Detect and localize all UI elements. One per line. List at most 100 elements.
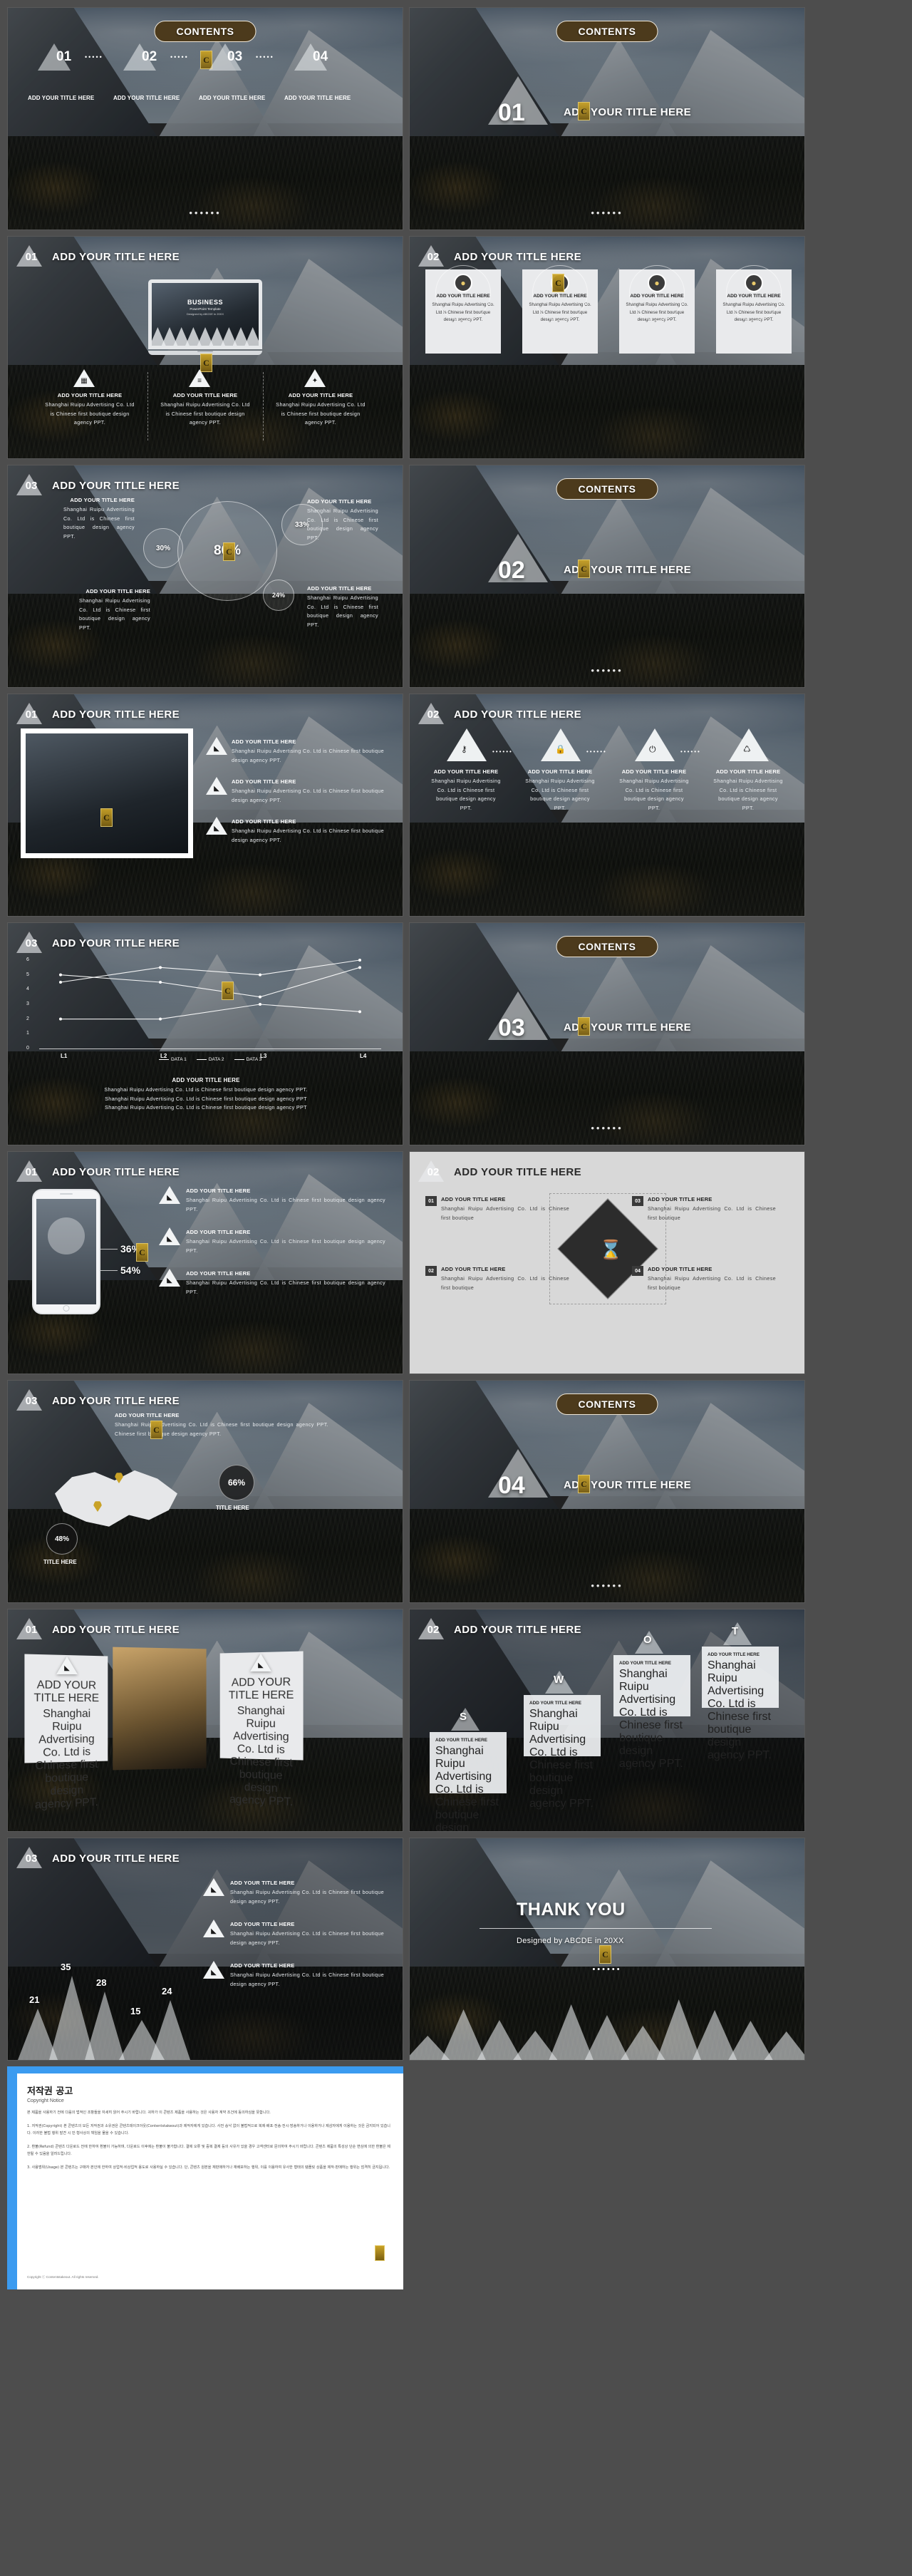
copyright-content: 저작권 공고 Copyright Notice 본 제품을 사용하기 전에 다음의 … [27,2083,390,2281]
contents-node[interactable]: 01 [38,43,71,71]
stat-value: 54% [120,1264,141,1276]
bubble-secondary: 24% [263,579,294,611]
contents-dots: ••••• [170,53,189,61]
column-divider [147,372,148,441]
slide-contents-overview[interactable]: CONTENTS 01 ADD YOUR TITLE HERE ••••• 02 ADD … [7,7,403,230]
slide-diamond-four-quadrant[interactable]: 02 ADD YOUR TITLE HERE ⌛ 01 ADD YOUR TITLE H… [409,1151,805,1374]
icon-flame-icon: ◣ [206,737,227,755]
slide-section-divider-02[interactable]: CONTENTS 02 ADD YOUR TITLE HERE C •••••• [409,465,805,688]
icon-flame-icon: ◣ [206,817,227,835]
image-frame[interactable] [21,728,193,858]
row-body: Shanghai Ruipu Advertising Co. Ltd is Ch… [232,748,384,763]
contents-number: 04 [313,49,328,64]
contents-node[interactable]: 03 [209,43,242,71]
photo-panel[interactable] [113,1647,207,1771]
slide-phone-stats[interactable]: 01 ADD YOUR TITLE HERE 36% 54% ◣ ADD YOUR TIT… [7,1151,403,1374]
copyright-title-ko: 저작권 공고 [27,2086,73,2097]
slide-number: 02 [421,1619,445,1639]
block-body: Shanghai Ruipu Advertising Co. Ltd is Ch… [230,1972,384,1987]
slide-title: ADD YOUR TITLE HERE [52,1394,180,1407]
row-title: ADD YOUR TITLE HERE [232,778,296,785]
swot-body: Shanghai Ruipu Advertising Co. Ltd is Ch… [435,1745,499,1832]
slide-map-slide[interactable]: 03 ADD YOUR TITLE HERE ADD YOUR TITLE HERE… [7,1380,403,1603]
item-title: ADD YOUR TITLE HERE [433,768,499,775]
icon-flame-icon: ◣ [56,1657,78,1674]
brand-logo: C [578,1475,590,1493]
item-body: Shanghai Ruipu Advertising Co. Ltd is Ch… [619,778,689,811]
contents-node[interactable]: 02 [123,43,157,71]
copyright-intro: 본 제품을 사용하기 전에 다음의 법적인 조항들을 자세히 읽어 주시기 바랍… [27,2111,271,2115]
swot-card[interactable]: ADD YOUR TITLE HERE Shanghai Ruipu Advert… [613,1655,690,1770]
block-body: Shanghai Ruipu Advertising Co. Ltd is Ch… [186,1279,385,1295]
stat-connector [100,1270,118,1271]
bubble-block-title: ADD YOUR TITLE HERE [307,498,372,505]
icon-flame-icon: ◣ [250,1654,271,1671]
bubble-block-body: Shanghai Ruipu Advertising Co. Ltd is Ch… [307,594,378,628]
slide-bubble-percentages[interactable]: 03ADD YOUR TITLE HERE80%30%33%24%ADD YOU… [7,465,403,688]
slide-two-photo-panels[interactable]: 01 ADD YOUR TITLE HERE ADD YOUR TITLE HERE… [7,1609,403,1832]
item-body: Shanghai Ruipu Advertising Co. Ltd is Ch… [431,778,501,811]
slide-mountain-bar-chart[interactable]: 03 ADD YOUR TITLE HERE 21 35 28 15 24 ◣ ADD YOUR… [7,1838,403,2061]
icon-flame-icon: ◣ [159,1227,180,1245]
slide-line-chart-slide[interactable]: 03 ADD YOUR TITLE HERE 6 5 4 3 2 1 0 L1 L2 L3 L4 DATA… [7,922,403,1145]
slide-title: ADD YOUR TITLE HERE [454,250,582,263]
icon-key-icon: ⚷ [461,744,467,754]
slide-header: 03 ADD YOUR TITLE HERE [19,1848,180,1868]
slide-four-icon-timeline[interactable]: 02 ADD YOUR TITLE HERE ⚷ •••••• ADD YOUR TIT… [409,694,805,917]
block-title: ADD YOUR TITLE HERE [186,1229,251,1235]
slide-thank-you[interactable]: THANK YOU Designed by ABCDE in 20XX C •••••… [409,1838,805,2061]
swot-letter: S [460,1711,467,1723]
chart-bar-label: 21 [29,1994,40,2005]
slide-section-divider-04[interactable]: CONTENTS 04 ADD YOUR TITLE HERE C •••••• [409,1380,805,1603]
swot-title: ADD YOUR TITLE HERE [435,1738,488,1743]
block-body: Shanghai Ruipu Advertising Co. Ltd is Ch… [186,1197,385,1212]
contents-dots: ••••• [85,53,103,61]
circle-outline [629,265,685,321]
slide-title: ADD YOUR TITLE HERE [52,708,180,721]
item-title: ADD YOUR TITLE HERE [527,768,593,775]
block-title: ADD YOUR TITLE HERE [230,1962,295,1969]
contents-badge: CONTENTS [556,1393,658,1415]
slide-number: 02 [421,1162,445,1182]
bubble-block-title: ADD YOUR TITLE HERE [70,497,135,503]
slide-copyright-notice[interactable]: 저작권 공고 Copyright Notice 본 제품을 사용하기 전에 다음의 … [7,2066,403,2289]
slide-section-divider-03[interactable]: CONTENTS 03 ADD YOUR TITLE HERE C •••••• [409,922,805,1145]
slide-four-cards-avatars[interactable]: 02 ADD YOUR TITLE HERE ADD YOUR TITLE HERE… [409,236,805,459]
contents-node[interactable]: 04 [294,43,328,71]
map-marker: 48% [46,1523,78,1555]
footer-dots: •••••• [189,207,222,218]
chart-bar-label: 24 [162,1986,172,1997]
slide-image-frame-list[interactable]: 01 ADD YOUR TITLE HERE ◣ ADD YOUR TITLE HER… [7,694,403,917]
legend-entry: DATA 3 [234,1057,261,1062]
block-title: ADD YOUR TITLE HERE [186,1270,251,1277]
brand-logo: C [200,51,212,69]
slide-laptop-three-feature[interactable]: 01 ADD YOUR TITLE HERE BUSINESS PowerPoint … [7,236,403,459]
caption-line: Shanghai Ruipu Advertising Co. Ltd is Ch… [105,1104,307,1111]
swot-card[interactable]: ADD YOUR TITLE HERE Shanghai Ruipu Advert… [524,1695,601,1810]
panel-title: ADD YOUR TITLE HERE [33,1679,100,1705]
slide-title: ADD YOUR TITLE HERE [454,1165,582,1178]
swot-body: Shanghai Ruipu Advertising Co. Ltd is Ch… [708,1659,772,1761]
slide-swot-letters[interactable]: 02 ADD YOUR TITLE HERE S ADD YOUR TITLE HER… [409,1609,805,1832]
swot-body: Shanghai Ruipu Advertising Co. Ltd is Ch… [529,1708,594,1810]
item-title: ADD YOUR TITLE HERE [621,768,687,775]
quadrant-badge: 01 [425,1196,437,1206]
slide-section-divider-01[interactable]: CONTENTS 01 ADD YOUR TITLE HERE C •••••• [409,7,805,230]
slide-number: 02 [421,247,445,267]
contents-dots: ••••• [256,53,274,61]
brand-logo: C [578,1017,590,1036]
swot-card[interactable]: ADD YOUR TITLE HERE Shanghai Ruipu Advert… [702,1647,779,1761]
bubble-block-body: Shanghai Ruipu Advertising Co. Ltd is Ch… [79,597,150,631]
slide-header: 01 ADD YOUR TITLE HERE [19,247,180,267]
laptop-mockup: BUSINESS PowerPoint Template Designed by A… [148,279,262,355]
separator-dots: •••••• [492,748,513,755]
slide-number: 03 [19,475,43,495]
icon-thumbs-up-icon: ✦ [304,369,326,387]
brand-logo: C [552,274,564,292]
slide-number: 03 [19,1391,43,1411]
row-body: Shanghai Ruipu Advertising Co. Ltd is Ch… [232,828,384,843]
chart-bar-label: 28 [96,1977,107,1988]
caption-title: ADD YOUR TITLE HERE [172,1077,240,1083]
swot-card[interactable]: ADD YOUR TITLE HERE Shanghai Ruipu Advert… [430,1732,507,1831]
copyright-title-en: Copyright Notice [27,2098,64,2103]
